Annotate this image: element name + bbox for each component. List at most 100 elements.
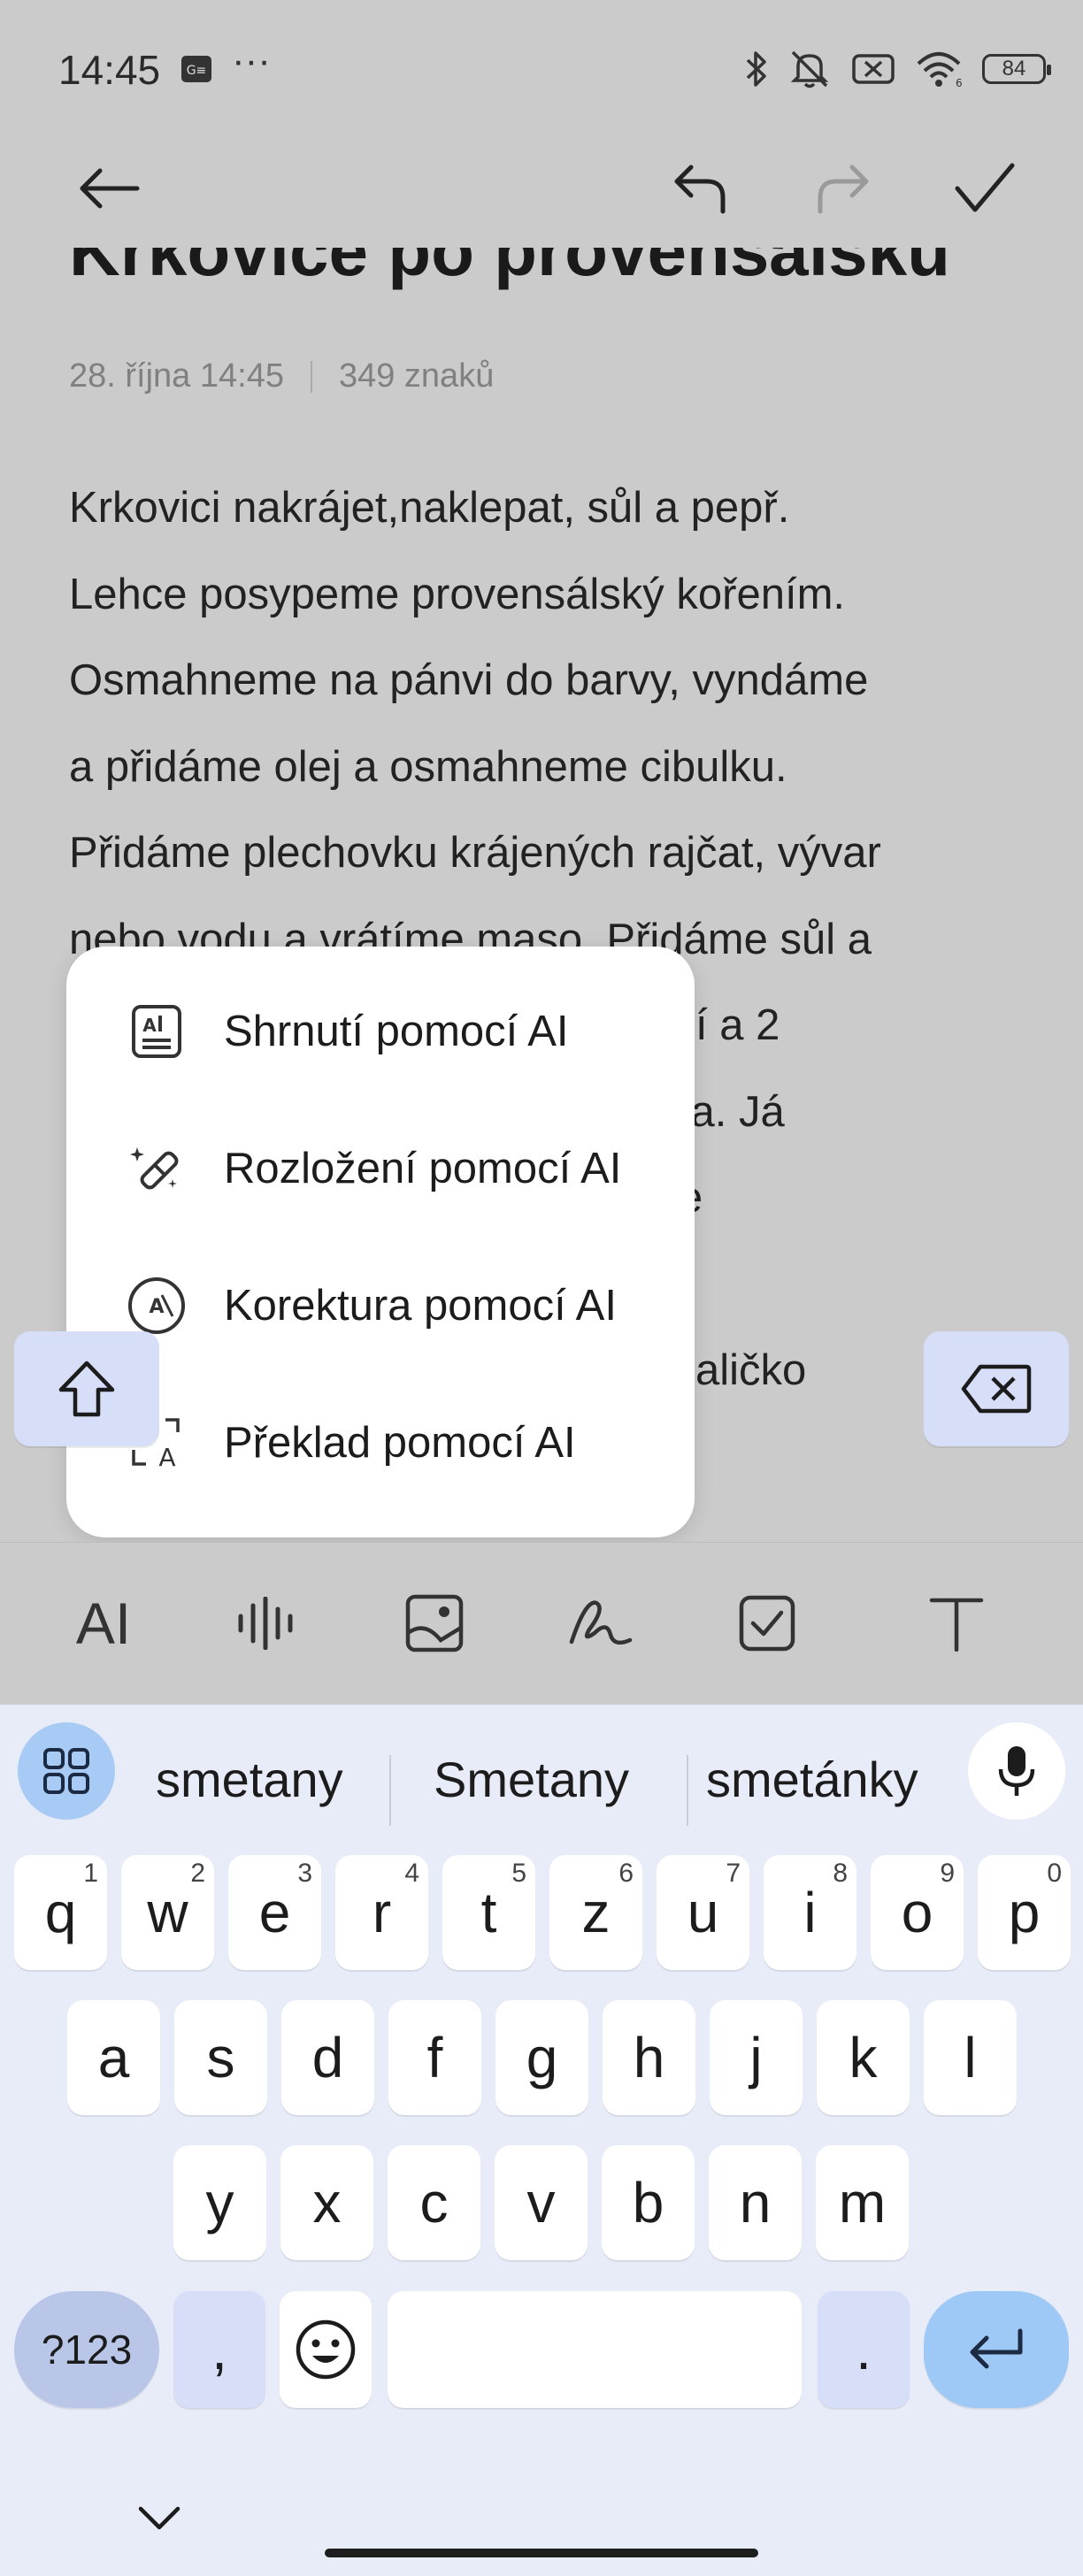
key-z[interactable]: z6: [549, 1855, 642, 1970]
key-label: k: [849, 2026, 878, 2089]
back-button[interactable]: [69, 149, 149, 228]
ai-translate-item[interactable]: 中A Překlad pomocí AI: [66, 1374, 695, 1511]
key-r[interactable]: r4: [335, 1855, 428, 1970]
text-format-icon: [929, 1598, 984, 1652]
key-number-hint: 8: [833, 1859, 848, 1888]
key-j[interactable]: j: [710, 2000, 803, 2115]
emoji-key[interactable]: [280, 2291, 372, 2408]
key-o[interactable]: o9: [871, 1855, 964, 1970]
ai-button[interactable]: AI: [64, 1583, 143, 1663]
microphone-icon: [998, 1746, 1035, 1796]
note-title[interactable]: Krkovice po provensálsku: [69, 248, 950, 292]
period-key[interactable]: .: [818, 2291, 910, 2408]
magic-wand-icon: [121, 1133, 192, 1204]
ai-menu-label: Rozložení pomocí AI: [224, 1144, 622, 1192]
key-d[interactable]: d: [281, 2000, 374, 2115]
key-i[interactable]: i8: [764, 1855, 856, 1970]
key-y[interactable]: y: [173, 2145, 266, 2260]
comma-key[interactable]: ,: [173, 2291, 265, 2408]
key-number-hint: 2: [190, 1859, 205, 1888]
handwriting-icon: [569, 1600, 633, 1645]
key-e[interactable]: e3: [228, 1855, 321, 1970]
redo-button[interactable]: [803, 149, 883, 228]
key-p[interactable]: p0: [978, 1855, 1071, 1970]
suggestion-1[interactable]: smetany: [156, 1736, 343, 1821]
ai-summary-icon: A: [121, 996, 192, 1067]
key-u[interactable]: u7: [657, 1855, 749, 1970]
check-icon: [955, 163, 1015, 212]
home-indicator[interactable]: [325, 2549, 758, 2557]
ai-menu-label: Shrnutí pomocí AI: [224, 1007, 569, 1055]
key-f[interactable]: f: [388, 2000, 481, 2115]
key-h[interactable]: h: [603, 2000, 695, 2115]
keyboard-menu-button[interactable]: [18, 1722, 115, 1820]
arrow-left-icon: [80, 168, 140, 209]
done-button[interactable]: [945, 149, 1025, 228]
audio-waveform-icon: [238, 1597, 293, 1650]
suggestion-divider: [389, 1755, 391, 1826]
key-w[interactable]: w2: [121, 1855, 214, 1970]
ai-proofread-item[interactable]: A Korektura pomocí AI: [66, 1237, 695, 1374]
hide-keyboard-button[interactable]: [133, 2496, 186, 2541]
status-time: 14:45: [58, 47, 161, 93]
key-label: w: [147, 1881, 188, 1944]
key-label: n: [739, 2171, 772, 2235]
key-label: j: [749, 2026, 763, 2089]
key-m[interactable]: m: [816, 2145, 909, 2260]
key-label: q: [44, 1881, 77, 1944]
voice-input-button[interactable]: [968, 1722, 1065, 1820]
key-label: f: [426, 2026, 443, 2089]
ai-summary-item[interactable]: A Shrnutí pomocí AI: [66, 962, 695, 1100]
ai-layout-item[interactable]: Rozložení pomocí AI: [66, 1100, 695, 1237]
suggestion-3[interactable]: smetánky: [706, 1736, 918, 1821]
enter-key[interactable]: [924, 2291, 1069, 2408]
undo-button[interactable]: [660, 149, 740, 228]
key-a[interactable]: a: [67, 2000, 160, 2115]
key-label: t: [480, 1881, 497, 1944]
symbols-key[interactable]: ?123: [14, 2291, 159, 2408]
key-n[interactable]: n: [709, 2145, 802, 2260]
key-c[interactable]: c: [388, 2145, 480, 2260]
key-t[interactable]: t5: [442, 1855, 535, 1970]
key-label: i: [803, 1881, 817, 1944]
key-x[interactable]: x: [280, 2145, 373, 2260]
space-key[interactable]: [388, 2291, 802, 2408]
key-label: h: [633, 2026, 665, 2089]
key-s[interactable]: s: [174, 2000, 267, 2115]
undo-icon: [674, 165, 726, 214]
emoji-icon: [296, 2319, 356, 2380]
shift-key[interactable]: [14, 1331, 159, 1446]
suggestion-2[interactable]: Smetany: [434, 1736, 629, 1821]
ai-menu-label: Korektura pomocí AI: [224, 1281, 617, 1330]
backspace-key[interactable]: [924, 1331, 1069, 1446]
text-format-button[interactable]: [917, 1583, 996, 1663]
key-label: b: [632, 2171, 664, 2235]
key-label: z: [581, 1881, 611, 1944]
mute-icon: [787, 49, 832, 89]
key-number-hint: 7: [726, 1859, 741, 1888]
key-label: m: [838, 2171, 887, 2235]
key-b[interactable]: b: [602, 2145, 695, 2260]
key-v[interactable]: v: [495, 2145, 588, 2260]
ai-proofread-icon: A: [121, 1270, 192, 1341]
key-label: x: [312, 2171, 342, 2235]
image-button[interactable]: [395, 1583, 474, 1663]
note-char-count: 349 znaků: [338, 357, 495, 395]
audio-button[interactable]: [228, 1583, 308, 1663]
svg-text:A: A: [158, 1443, 175, 1471]
key-g[interactable]: g: [495, 2000, 588, 2115]
backspace-icon: [961, 1364, 1032, 1414]
image-icon: [405, 1594, 464, 1652]
suggestion-divider: [687, 1755, 688, 1826]
key-label: s: [206, 2026, 235, 2089]
key-q[interactable]: q1: [14, 1855, 107, 1970]
checklist-button[interactable]: [727, 1583, 807, 1663]
key-label: e: [258, 1881, 291, 1944]
key-l[interactable]: l: [924, 2000, 1017, 2115]
key-label: c: [419, 2171, 449, 2235]
ai-menu-popup: A Shrnutí pomocí AI Rozložení pomocí AI …: [66, 947, 695, 1537]
more-notifications-dots: ···: [232, 39, 271, 82]
key-k[interactable]: k: [817, 2000, 910, 2115]
handwriting-button[interactable]: [561, 1583, 641, 1663]
key-number-hint: 0: [1047, 1859, 1062, 1888]
